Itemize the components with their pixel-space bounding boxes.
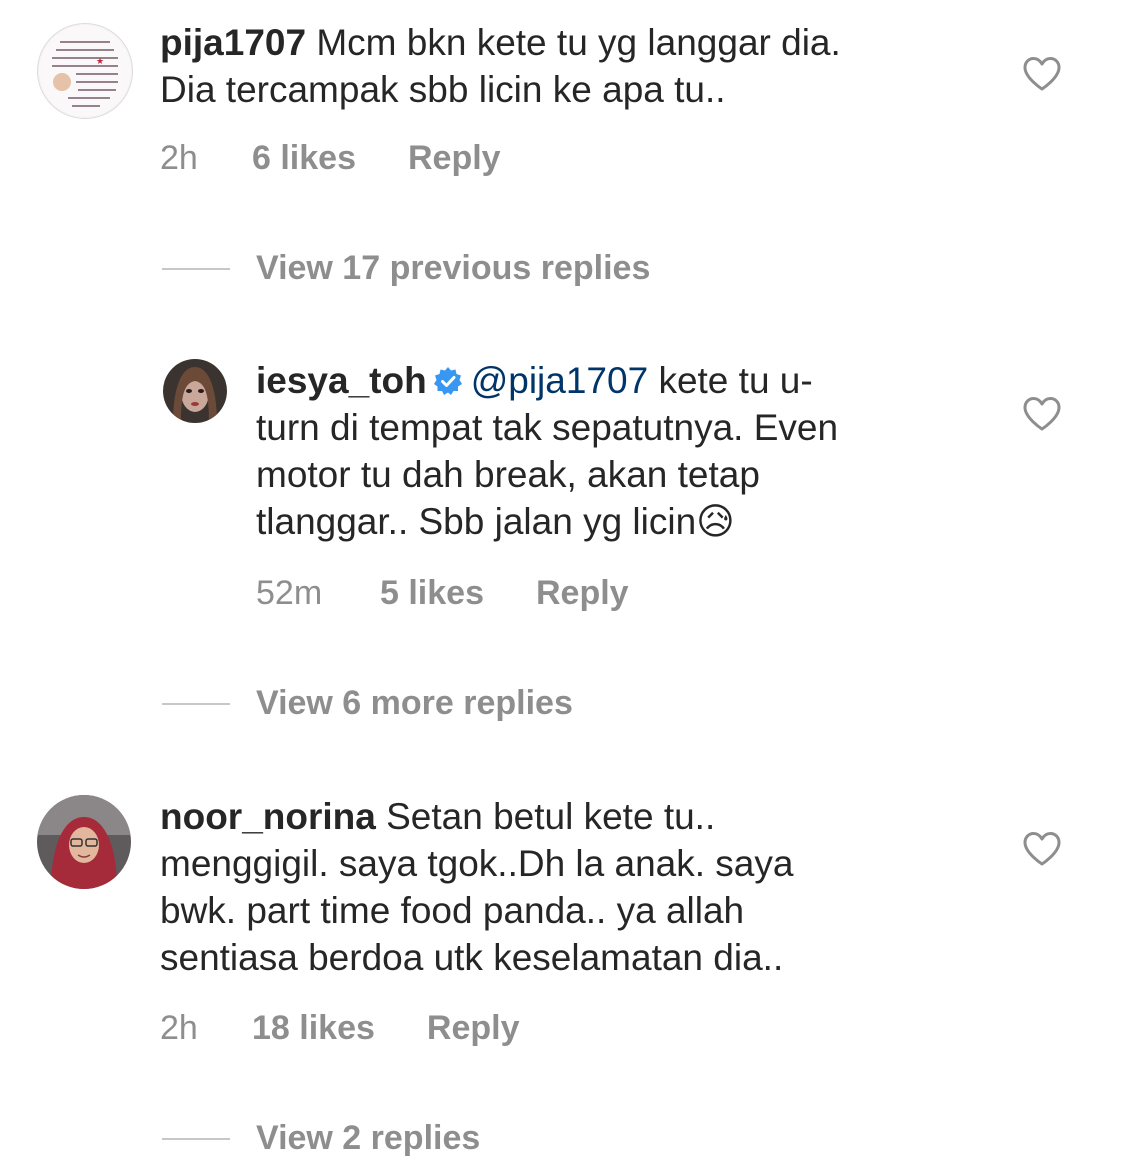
comment-body: iesya_toh @pija1707 kete tu u- turn di t… (256, 357, 1046, 545)
comment-time: 52m (256, 574, 323, 612)
comment-text: Setan betul kete tu.. (386, 796, 716, 837)
avatar-iesya_toh[interactable] (163, 359, 227, 423)
view-replies-link[interactable]: View 2 replies (162, 1119, 480, 1158)
comment-line-3: bwk. part time food panda.. ya allah (160, 890, 745, 931)
comment-text: kete tu u- (648, 360, 813, 401)
likes-count[interactable]: 6 likes (252, 139, 356, 178)
comment-line-2: turn di tempat tak sepatutnya. Even (256, 407, 839, 448)
comment-line-4: tlanggar.. Sbb jalan yg licin😥 (256, 498, 1046, 545)
username-link[interactable]: iesya_toh (256, 360, 427, 401)
likes-count[interactable]: 18 likes (252, 1009, 375, 1048)
reply-button[interactable]: Reply (536, 574, 629, 613)
comment-time: 2h (160, 139, 198, 177)
sad-face-emoji: 😥 (696, 500, 735, 543)
comment-text: Mcm bkn kete tu yg langgar dia. (316, 22, 841, 63)
comment-line-3: motor tu dah break, akan tetap (256, 454, 760, 495)
view-replies-label: View 6 more replies (256, 684, 573, 722)
thread-divider (162, 702, 230, 705)
mention-link[interactable]: @pija1707 (471, 360, 648, 401)
comment-time: 2h (160, 1009, 198, 1047)
comment-meta: 2h 6 likes Reply (160, 139, 501, 178)
comment-line-2: Dia tercampak sbb licin ke apa tu.. (160, 69, 726, 110)
view-replies-label: View 2 replies (256, 1119, 481, 1157)
username-link[interactable]: pija1707 (160, 22, 306, 63)
reply-button[interactable]: Reply (427, 1009, 520, 1048)
view-replies-label: View 17 previous replies (256, 249, 651, 287)
avatar-noor_norina[interactable] (37, 795, 131, 889)
likes-count[interactable]: 5 likes (380, 574, 484, 613)
reply-button[interactable]: Reply (408, 139, 501, 178)
comment-line-1: noor_norina Setan betul kete tu.. (160, 793, 1040, 840)
thread-divider (162, 1137, 230, 1140)
verified-badge-icon (433, 367, 462, 395)
comment-meta: 2h 18 likes Reply (160, 1009, 519, 1048)
comment-line-1: iesya_toh @pija1707 kete tu u- (256, 357, 1046, 404)
view-more-replies-link[interactable]: View 6 more replies (162, 684, 573, 723)
comment-line-2: menggigil. saya tgok..Dh la anak. saya (160, 843, 794, 884)
heart-outline-icon[interactable] (1022, 831, 1062, 867)
comment-line-1: pija1707 Mcm bkn kete tu yg langgar dia. (160, 19, 1040, 66)
avatar-pija1707[interactable]: ★ (37, 23, 133, 119)
comment-body: pija1707 Mcm bkn kete tu yg langgar dia.… (160, 19, 1040, 113)
comment-body: noor_norina Setan betul kete tu.. menggi… (160, 793, 1040, 981)
comment-meta: 52m 5 likes Reply (256, 574, 629, 613)
heart-outline-icon[interactable] (1022, 396, 1062, 432)
avatar-stamp-text: ★ (96, 57, 104, 67)
view-previous-replies-link[interactable]: View 17 previous replies (162, 249, 650, 288)
username-link[interactable]: noor_norina (160, 796, 376, 837)
comment-line-4: sentiasa berdoa utk keselamatan dia.. (160, 937, 784, 978)
thread-divider (162, 267, 230, 270)
comment-text: tlanggar.. Sbb jalan yg licin (256, 501, 697, 542)
heart-outline-icon[interactable] (1022, 56, 1062, 92)
